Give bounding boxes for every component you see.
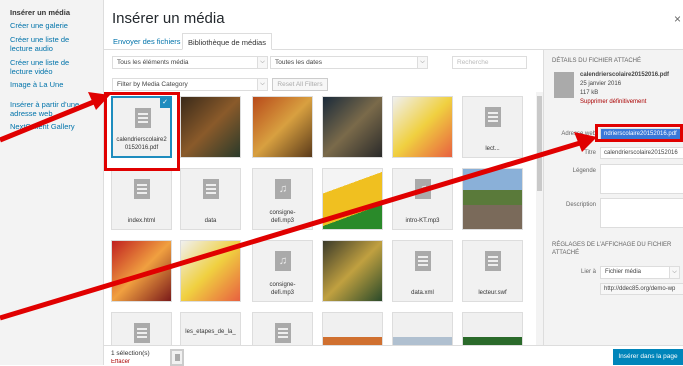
selection-count: 1 sélection(s): [111, 350, 150, 357]
document-icon: [175, 354, 180, 361]
annotation-arrow-line: [0, 98, 97, 143]
annotation-arrows: [0, 92, 597, 321]
media-toolbar: 1 sélection(s) Effacer: [104, 345, 683, 366]
annotation-arrow-line: [0, 140, 581, 321]
insert-into-page-button[interactable]: Insérer dans la page: [613, 349, 683, 365]
selection-thumbnail[interactable]: [170, 349, 184, 366]
